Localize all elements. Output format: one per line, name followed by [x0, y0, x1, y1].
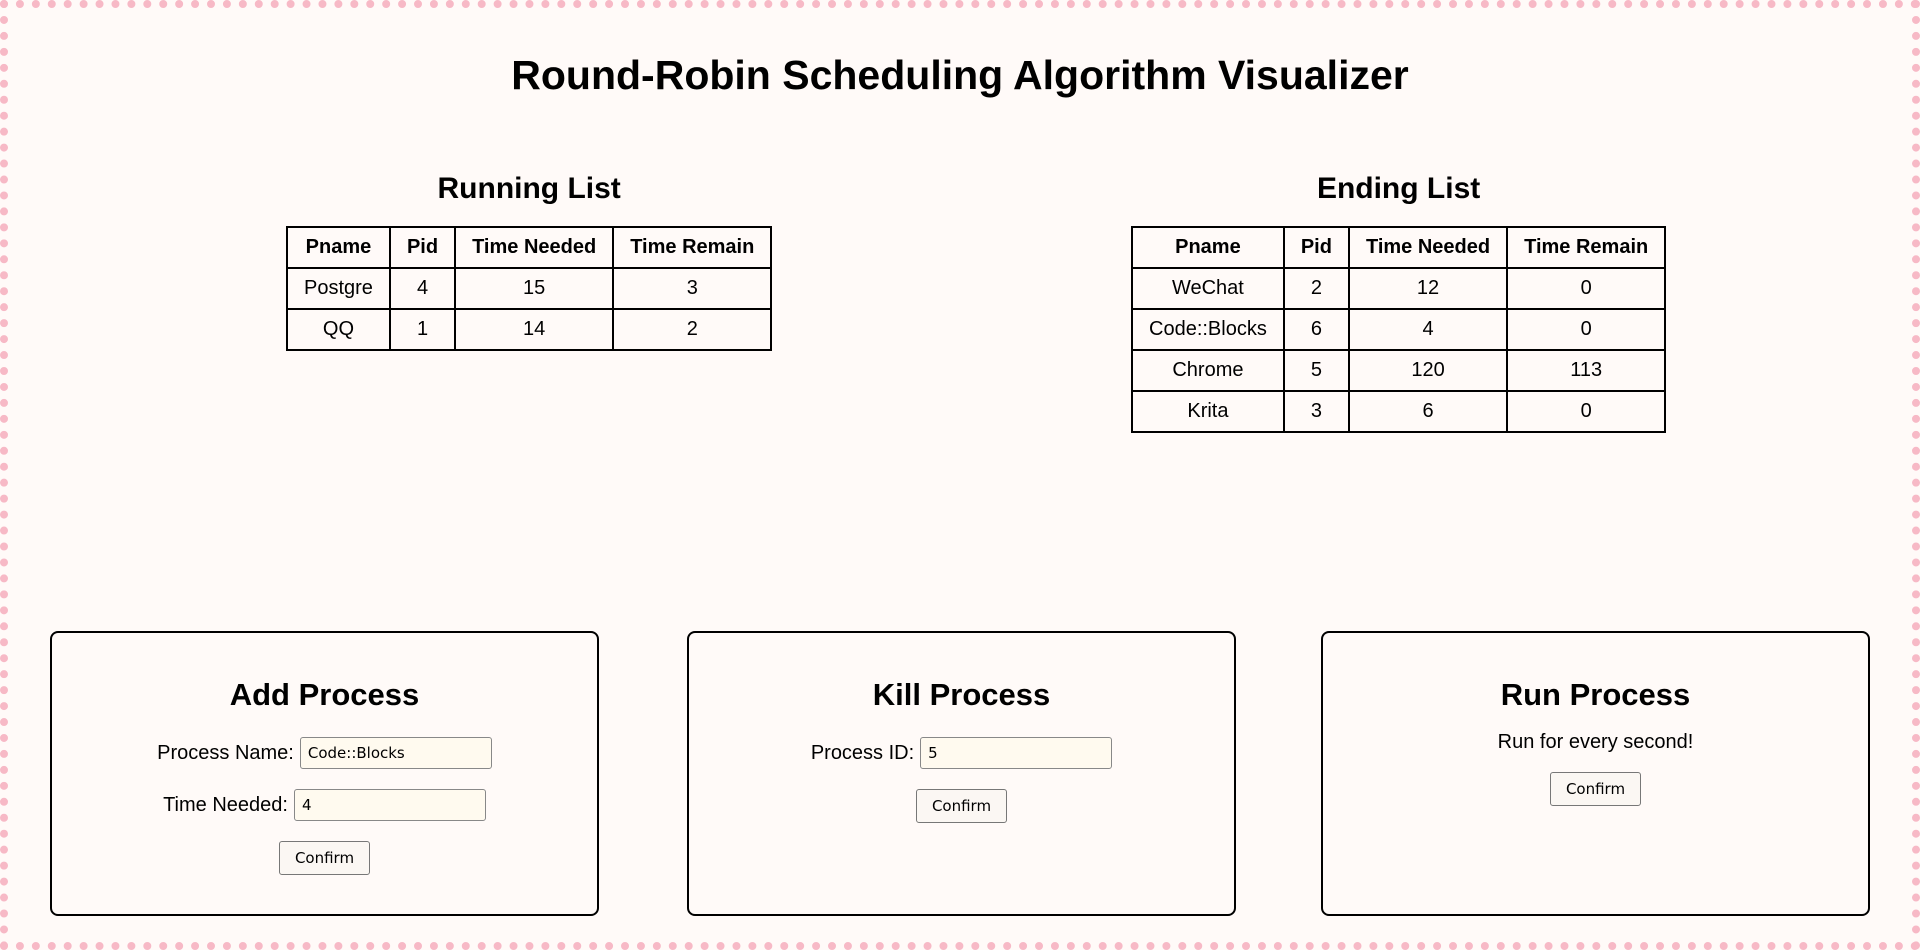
cell-time-remain: 113	[1506, 349, 1667, 392]
cell-pname: Code::Blocks	[1131, 308, 1285, 351]
cell-time-needed: 120	[1347, 349, 1509, 392]
run-process-panel: Run Process Run for every second! Confir…	[1321, 631, 1870, 916]
cell-pid: 1	[388, 308, 457, 351]
process-name-label: Process Name:	[157, 741, 294, 764]
cell-time-needed: 6	[1347, 390, 1509, 433]
table-header-row: Pname Pid Time Needed Time Remain	[1131, 226, 1667, 269]
process-id-label: Process ID:	[810, 741, 915, 764]
cell-time-remain: 0	[1506, 308, 1667, 351]
cell-pname: Postgre	[286, 267, 391, 310]
col-header-time-needed: Time Needed	[454, 226, 615, 269]
process-id-input[interactable]	[920, 737, 1113, 769]
add-process-title: Add Process	[229, 677, 420, 712]
col-header-pname: Pname	[1131, 226, 1285, 269]
ending-list-title: Ending List	[1316, 172, 1481, 205]
cell-time-remain: 2	[612, 308, 773, 351]
cell-pid: 5	[1282, 349, 1350, 392]
col-header-pid: Pid	[388, 226, 457, 269]
cell-pid: 3	[1282, 390, 1350, 433]
col-header-time-remain: Time Remain	[612, 226, 773, 269]
time-needed-row: Time Needed:	[52, 789, 597, 821]
time-needed-label: Time Needed:	[163, 793, 288, 816]
process-id-row: Process ID:	[689, 737, 1234, 769]
page-title: Round-Robin Scheduling Algorithm Visuali…	[511, 52, 1409, 98]
running-table: Pname Pid Time Needed Time Remain Postgr…	[286, 226, 773, 351]
cell-pname: Chrome	[1131, 349, 1285, 392]
ending-list: Ending List Pname Pid Time Needed Time R…	[1131, 172, 1667, 433]
run-process-description: Run for every second!	[1497, 731, 1694, 753]
table-row: WeChat 2 12 0	[1131, 267, 1667, 310]
add-process-confirm-button[interactable]: Confirm	[278, 841, 371, 875]
col-header-time-needed: Time Needed	[1347, 226, 1509, 269]
cell-time-remain: 3	[612, 267, 773, 310]
add-process-panel: Add Process Process Name: Time Needed: C…	[50, 631, 599, 916]
cell-time-remain: 0	[1506, 267, 1667, 310]
cell-pid: 2	[1282, 267, 1350, 310]
cell-pid: 6	[1282, 308, 1350, 351]
table-row: Postgre 4 15 3	[286, 267, 773, 310]
cell-pname: Krita	[1131, 390, 1285, 433]
kill-process-panel: Kill Process Process ID: Confirm	[687, 631, 1236, 916]
ending-table: Pname Pid Time Needed Time Remain WeChat…	[1131, 226, 1667, 433]
cell-pname: QQ	[286, 308, 391, 351]
run-process-confirm-button[interactable]: Confirm	[1549, 772, 1642, 806]
table-header-row: Pname Pid Time Needed Time Remain	[286, 226, 773, 269]
kill-process-confirm-button[interactable]: Confirm	[915, 789, 1008, 823]
cell-time-needed: 15	[454, 267, 615, 310]
cell-pname: WeChat	[1131, 267, 1285, 310]
time-needed-input[interactable]	[293, 789, 486, 821]
col-header-time-remain: Time Remain	[1506, 226, 1667, 269]
table-row: Code::Blocks 6 4 0	[1131, 308, 1667, 351]
cell-pid: 4	[388, 267, 457, 310]
col-header-pid: Pid	[1282, 226, 1350, 269]
running-list: Running List Pname Pid Time Needed Time …	[286, 172, 773, 351]
cell-time-needed: 14	[454, 308, 615, 351]
run-process-title: Run Process	[1500, 677, 1691, 712]
table-row: Chrome 5 120 113	[1131, 349, 1667, 392]
process-name-row: Process Name:	[52, 737, 597, 769]
running-list-title: Running List	[437, 172, 621, 205]
process-name-input[interactable]	[299, 737, 492, 769]
cell-time-remain: 0	[1506, 390, 1667, 433]
cell-time-needed: 12	[1347, 267, 1509, 310]
table-row: QQ 1 14 2	[286, 308, 773, 351]
col-header-pname: Pname	[286, 226, 391, 269]
cell-time-needed: 4	[1347, 308, 1509, 351]
table-row: Krita 3 6 0	[1131, 390, 1667, 433]
kill-process-title: Kill Process	[872, 677, 1051, 712]
